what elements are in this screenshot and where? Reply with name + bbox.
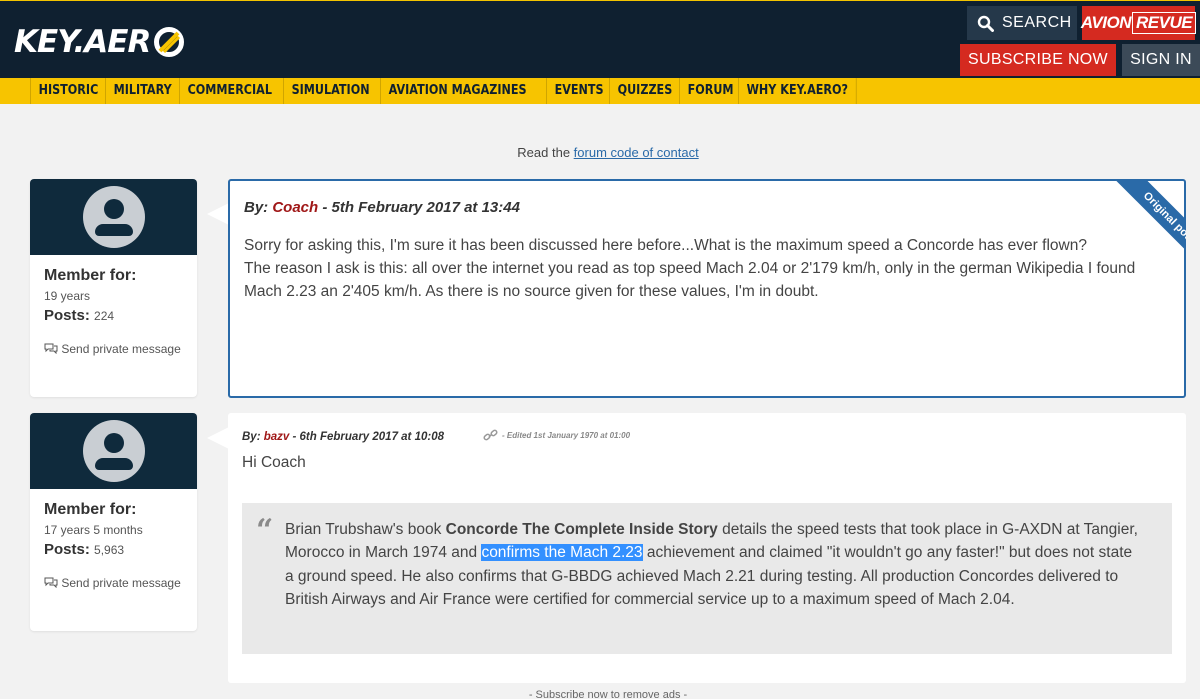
logo-text: KEY.AER (14, 24, 151, 60)
edited-timestamp: - Edited 1st January 1970 at 01:00 (502, 431, 631, 440)
post-pointer (207, 203, 229, 225)
notice-prefix: Read the (517, 145, 574, 160)
post-body: Sorry for asking this, I'm sure it has b… (244, 234, 1174, 303)
nav-item-historic[interactable]: HISTORIC (30, 78, 106, 104)
post-date: - 6th February 2017 at 10:08 (289, 431, 445, 443)
post-author-link[interactable]: Coach (272, 199, 318, 216)
subscribe-button[interactable]: SUBSCRIBE NOW (960, 44, 1116, 76)
site-logo[interactable]: KEY.AER (14, 21, 186, 63)
search-label: SEARCH (1002, 14, 1072, 31)
author-avatar-panel (30, 179, 197, 255)
posts-value: 224 (94, 309, 115, 323)
post-edit-meta: - Edited 1st January 1970 at 01:00 (483, 429, 630, 442)
posts-count: Posts: 224 (44, 307, 183, 324)
send-private-message-link[interactable]: Send private message (44, 571, 183, 595)
reply-post: By: bazv - 6th February 2017 at 10:08 - … (228, 413, 1186, 683)
send-private-message-link[interactable]: Send private message (44, 337, 183, 361)
quote-icon: “ (256, 513, 274, 548)
nav-item-commercial[interactable]: COMMERCIAL (178, 78, 280, 104)
revue-label: REVUE (1132, 12, 1197, 34)
chat-icon (44, 577, 58, 589)
nav-item-quizzes[interactable]: QUIZZES (609, 78, 680, 104)
post-text-line: Sorry for asking this, I'm sure it has b… (244, 237, 1087, 254)
quote-text: Brian Trubshaw's book (285, 521, 446, 538)
post-byline: By: Coach - 5th February 2017 at 13:44 (244, 199, 520, 216)
search-button[interactable]: SEARCH (967, 6, 1077, 40)
nav-item-aviation-magazines[interactable]: AVIATION MAGAZINES (379, 78, 534, 104)
selected-text: confirms the Mach 2.23 (481, 544, 643, 562)
send-pm-label: Send private message (61, 576, 181, 590)
nav-item-simulation[interactable]: SIMULATION (283, 78, 377, 104)
quote-book-title: Concorde The Complete Inside Story (445, 521, 718, 538)
by-label: By: (244, 199, 269, 216)
avion-revue-button[interactable]: AVION REVUE (1080, 6, 1197, 40)
avatar-icon[interactable] (82, 186, 145, 248)
post-greeting: Hi Coach (242, 454, 306, 471)
forum-code-notice: Read the forum code of contact (0, 145, 1200, 160)
send-pm-label: Send private message (61, 342, 181, 356)
sign-in-button[interactable]: SIGN IN (1122, 44, 1200, 76)
member-for-value: 17 years 5 months (44, 523, 143, 537)
post-date: - 5th February 2017 at 13:44 (318, 199, 520, 216)
author-avatar-panel (30, 413, 197, 489)
post-text-line: The reason I ask is this: all over the i… (244, 260, 1136, 300)
avatar-icon[interactable] (82, 420, 145, 482)
posts-label: Posts: (44, 541, 90, 558)
site-header: KEY.AER SEARCH AVION REVUE SUBSCRIBE NOW… (0, 0, 1200, 78)
chat-icon (44, 343, 58, 355)
post-byline: By: bazv - 6th February 2017 at 10:08 (242, 431, 444, 443)
post-author-link[interactable]: bazv (264, 431, 290, 443)
nav-item-forum[interactable]: FORUM (678, 78, 741, 104)
posts-value: 5,963 (94, 543, 125, 557)
original-post: Original post By: Coach - 5th February 2… (228, 179, 1186, 398)
logo-ring-icon (154, 27, 185, 57)
author-card: Member for: 19 years Posts: 224 Send pri… (30, 179, 197, 397)
by-label: By: (242, 431, 261, 443)
search-icon (977, 15, 994, 32)
main-nav: HISTORIC MILITARY COMMERCIAL SIMULATION … (0, 78, 1200, 104)
member-for-value: 19 years (44, 289, 91, 303)
forum-code-link[interactable]: forum code of contact (574, 145, 699, 160)
posts-count: Posts: 5,963 (44, 541, 183, 558)
nav-item-military[interactable]: MILITARY (105, 78, 179, 104)
nav-item-events[interactable]: EVENTS (546, 78, 611, 104)
posts-label: Posts: (44, 307, 90, 324)
subscribe-ads-note[interactable]: - Subscribe now to remove ads - (0, 689, 1200, 699)
link-icon[interactable] (483, 429, 498, 442)
post-pointer (207, 427, 229, 449)
author-card: Member for: 17 years 5 months Posts: 5,9… (30, 413, 197, 631)
avion-label: AVION (1080, 13, 1132, 32)
member-for-label: Member for: (44, 267, 137, 284)
nav-item-why-key-aero[interactable]: WHY KEY.AERO? (738, 78, 857, 104)
member-for-label: Member for: (44, 501, 137, 518)
blockquote: “ Brian Trubshaw's book Concorde The Com… (242, 503, 1172, 654)
